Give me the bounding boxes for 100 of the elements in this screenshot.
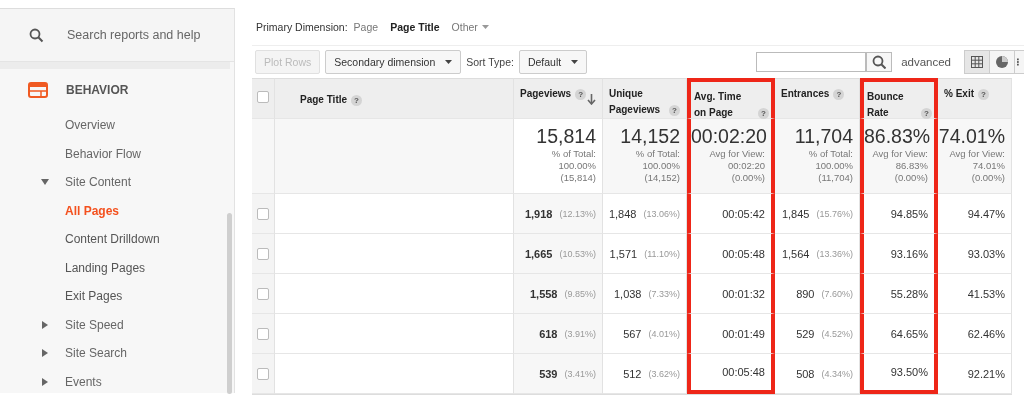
grid-icon (971, 56, 983, 68)
percentage: (3.41%) (564, 368, 596, 379)
help-icon[interactable]: ? (758, 108, 769, 119)
cell-value: 64.65% (890, 327, 928, 340)
total-detail: Avg for View: 86.83% (0.00%) (871, 148, 928, 184)
cell-value: 1,665 (524, 247, 553, 260)
help-icon[interactable]: ? (921, 108, 932, 119)
percentage: (11.10%) (644, 248, 680, 259)
cell-value: 508 (796, 367, 815, 380)
column-header[interactable]: Pageviews ? (514, 78, 603, 119)
cell-value: 1,845 (781, 207, 810, 220)
checkbox[interactable] (257, 287, 269, 300)
cell-value: 618 (539, 327, 558, 340)
dimension-tab[interactable]: Page Title (390, 20, 440, 33)
cell-value: 1,558 (529, 287, 558, 300)
nav-item[interactable]: Behavior Flow (65, 146, 142, 161)
checkbox[interactable] (257, 207, 269, 220)
cell-value: 529 (796, 327, 815, 340)
percentage: (4.52%) (821, 328, 853, 339)
total-detail: % of Total: 100.00% (11,704) (807, 148, 853, 184)
total-value: 15,814 (535, 124, 596, 148)
percentage: (3.91%) (564, 328, 596, 339)
column-label: Bounce Rate (867, 90, 905, 120)
column-label: Page Title (300, 93, 348, 107)
percentage: (15.76%) (816, 208, 853, 219)
percentage: (9.85%) (564, 288, 596, 299)
column-header[interactable]: Avg. Time on Page ? (687, 78, 775, 119)
secondary-dimension-dropdown[interactable]: Secondary dimension (325, 50, 462, 74)
caret-down-icon (571, 60, 579, 64)
help-icon[interactable]: ? (978, 89, 989, 100)
dimension-tab[interactable]: Other (451, 20, 489, 33)
sort-type-dropdown[interactable]: Default (518, 50, 588, 74)
cell-value: 93.03% (967, 247, 1005, 260)
cell-value: 92.21% (967, 367, 1005, 380)
view-button[interactable] (965, 51, 990, 73)
view-button[interactable] (1015, 51, 1024, 73)
cell-value: 93.50% (890, 366, 928, 378)
percentage: (3.62%) (648, 368, 680, 379)
dimension-label: Primary Dimension: (256, 20, 348, 33)
percentage: (10.53%) (559, 248, 596, 259)
cell-value: 00:05:48 (722, 247, 765, 260)
sort-down-arrow-icon (587, 94, 596, 105)
cell-value: 1,564 (781, 247, 810, 260)
nav-item[interactable]: Overview (65, 118, 115, 133)
column-header[interactable]: % Exit ? (938, 78, 1012, 119)
cell-value: 00:05:48 (722, 366, 765, 378)
scrollbar[interactable] (227, 213, 232, 394)
cell-value: 1,918 (524, 207, 553, 220)
cell-value: 890 (796, 287, 815, 300)
column-label: Unique Pageviews (609, 87, 662, 117)
percentage: (7.60%) (821, 288, 853, 299)
help-icon[interactable]: ? (833, 89, 845, 100)
view-button[interactable] (990, 51, 1015, 73)
caret-down-icon (445, 60, 453, 64)
total-value: 74.01% (938, 124, 1005, 148)
cell-value: 62.46% (967, 327, 1005, 340)
dimension-tab[interactable]: Page (353, 20, 379, 33)
checkbox[interactable] (257, 91, 269, 103)
column-header[interactable]: Bounce Rate ? (860, 78, 938, 119)
filter-field[interactable] (756, 52, 867, 72)
nav-item[interactable]: Site Speed (65, 317, 124, 332)
nav-item[interactable]: Content Drilldown (65, 232, 160, 247)
cell-value: 00:01:32 (722, 287, 765, 300)
help-icon[interactable]: ? (575, 89, 587, 100)
search-button[interactable] (866, 52, 893, 72)
nav-item[interactable]: All Pages (65, 203, 120, 218)
percentage: (13.06%) (643, 208, 680, 219)
percentage: (4.01%) (648, 328, 680, 339)
column-header[interactable]: Unique Pageviews ? (603, 78, 687, 119)
percentage: (13.36%) (816, 248, 853, 259)
column-label: % Exit (944, 87, 974, 101)
advanced-link[interactable]: advanced (901, 56, 951, 68)
cell-value: 1,571 (609, 247, 638, 260)
total-detail: % of Total: 100.00% (15,814) (550, 148, 596, 184)
nav-item[interactable]: Exit Pages (65, 289, 123, 304)
column-label: Pageviews (520, 87, 572, 101)
checkbox[interactable] (257, 327, 269, 340)
nav-item[interactable]: Site Content (65, 175, 132, 190)
cell-value: 55.28% (890, 287, 928, 300)
column-header[interactable]: Page Title ? (275, 78, 514, 119)
nav-item[interactable]: Events (65, 374, 102, 389)
nav-item[interactable]: Site Search (65, 346, 128, 361)
total-value: 86.83% (864, 124, 928, 148)
total-value: 00:02:20 (691, 124, 765, 148)
help-icon[interactable]: ? (669, 105, 680, 116)
cell-value: 1,038 (613, 287, 642, 300)
column-header[interactable]: Entrances ? (775, 78, 860, 119)
checkbox[interactable] (257, 247, 269, 260)
search-icon (872, 55, 887, 69)
total-detail: % of Total: 100.00% (14,152) (634, 148, 680, 184)
cell-value: 539 (539, 367, 558, 380)
help-icon[interactable]: ? (351, 95, 363, 106)
cell-value: 567 (623, 327, 642, 340)
search-icon (29, 27, 44, 43)
checkbox[interactable] (257, 367, 269, 380)
percentage: (4.34%) (821, 368, 853, 379)
total-value: 11,704 (793, 124, 853, 148)
nav-item[interactable]: Landing Pages (65, 260, 146, 275)
percentage: (12.13%) (559, 208, 596, 219)
total-detail: Avg for View: 74.01% (0.00%) (948, 148, 1005, 184)
